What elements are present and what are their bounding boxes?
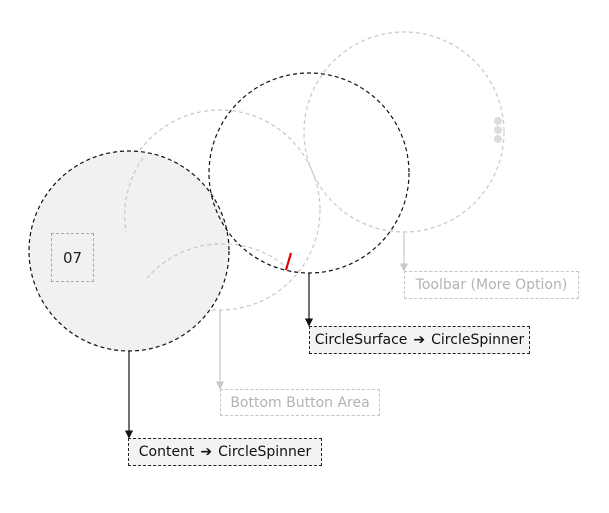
toolbar-circle bbox=[303, 31, 505, 233]
diagram-canvas: 07 Content ➔ CircleSpinner CircleSurface… bbox=[0, 0, 609, 513]
right-arrow-icon: ➔ bbox=[413, 332, 426, 348]
toolbar-more-option-text: Toolbar (More Option) bbox=[415, 277, 568, 293]
label-target: CircleSpinner bbox=[431, 332, 525, 348]
circle-surface bbox=[208, 72, 410, 274]
label-source: CircleSurface bbox=[314, 332, 408, 348]
spinner-indicator-icon bbox=[284, 252, 293, 271]
label-source: Content bbox=[138, 444, 195, 460]
vertical-dots-icon bbox=[494, 117, 502, 143]
label-target: CircleSpinner bbox=[218, 444, 312, 460]
toolbar-more-option-label: Toolbar (More Option) bbox=[404, 271, 579, 299]
bottom-button-area-text: Bottom Button Area bbox=[230, 394, 370, 411]
content-value: 07 bbox=[62, 248, 83, 267]
surface-spinner-label: CircleSurface ➔ CircleSpinner bbox=[309, 326, 530, 354]
content-value-box: 07 bbox=[51, 233, 94, 282]
right-arrow-icon: ➔ bbox=[200, 444, 213, 460]
bottom-button-area-label: Bottom Button Area bbox=[220, 389, 380, 416]
content-spinner-label: Content ➔ CircleSpinner bbox=[128, 438, 322, 466]
